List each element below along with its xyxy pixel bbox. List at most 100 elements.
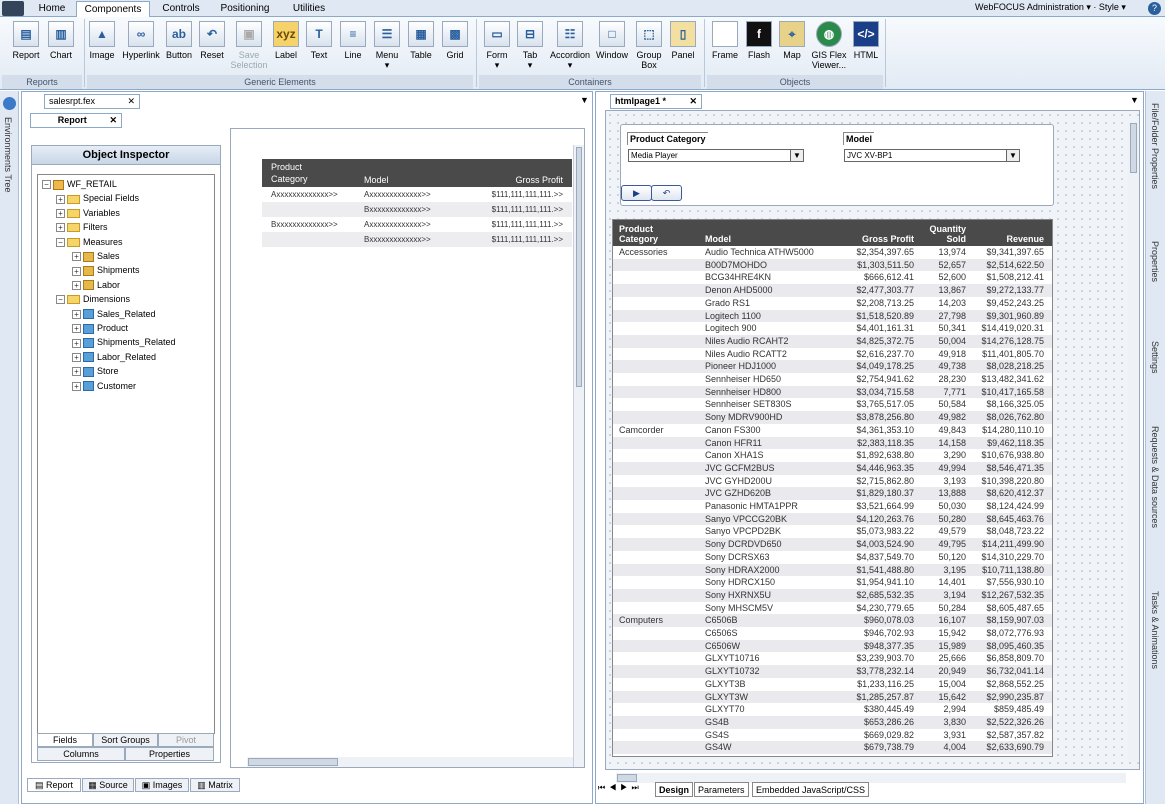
tree-node-customer[interactable]: + Customer bbox=[72, 379, 136, 393]
environments-tree-tab[interactable]: Environments Tree bbox=[3, 117, 13, 193]
next-page-icon[interactable]: ▶ bbox=[620, 783, 631, 792]
tree-node-labor[interactable]: + Labor bbox=[72, 278, 120, 292]
bottom-tab-report[interactable]: ▤ Report bbox=[27, 778, 81, 792]
form-button[interactable]: ▭ Form ▾ bbox=[481, 21, 513, 70]
tab-list-icon[interactable]: ▼ bbox=[580, 95, 589, 105]
prev-page-icon[interactable]: ◀ bbox=[609, 783, 620, 792]
map-button[interactable]: ⌖ Map bbox=[778, 21, 806, 60]
html-button[interactable]: </> HTML bbox=[852, 21, 880, 60]
expand-icon[interactable]: + bbox=[56, 194, 65, 204]
bottom-tab-design[interactable]: Design bbox=[655, 782, 694, 797]
bottom-tab-embedded-js-css[interactable]: Embedded JavaScript/CSS bbox=[752, 782, 870, 797]
report-button[interactable]: ▤ Report bbox=[10, 21, 42, 60]
tree-node-filters[interactable]: + Filters bbox=[56, 220, 108, 234]
model-select[interactable]: JVC XV-BP1 ▼ bbox=[844, 149, 1020, 162]
scrollbar-thumb[interactable] bbox=[617, 774, 637, 782]
tab-columns[interactable]: Columns bbox=[37, 747, 125, 761]
page-nav-arrows[interactable]: ⏮◀▶⏭ bbox=[598, 783, 643, 793]
flash-button[interactable]: f Flash bbox=[744, 21, 774, 60]
expand-icon[interactable]: + bbox=[72, 252, 81, 262]
bottom-tab-images[interactable]: ▣ Images bbox=[135, 778, 189, 792]
filter-form-panel[interactable]: Product Category Media Player ▼ Model JVC… bbox=[620, 124, 1054, 206]
horizontal-scrollbar[interactable] bbox=[247, 757, 573, 767]
tab-sort-groups[interactable]: Sort Groups bbox=[93, 733, 158, 747]
window-button[interactable]: □ Window bbox=[594, 21, 630, 60]
expand-icon[interactable]: + bbox=[72, 352, 81, 362]
collapse-icon[interactable]: − bbox=[56, 295, 65, 305]
expand-icon[interactable]: + bbox=[72, 338, 81, 348]
doc-tab-salesrpt[interactable]: salesrpt.fex ✕ bbox=[44, 94, 140, 109]
expand-icon[interactable]: + bbox=[56, 223, 65, 233]
scrollbar-thumb[interactable] bbox=[576, 147, 582, 387]
close-icon[interactable]: ✕ bbox=[109, 114, 117, 127]
button-button[interactable]: ab Button bbox=[164, 21, 194, 60]
scrollbar-thumb[interactable] bbox=[248, 758, 338, 766]
accordion-button[interactable]: ☷ Accordion ▾ bbox=[548, 21, 592, 70]
tab-fields[interactable]: Fields bbox=[37, 733, 93, 747]
bottom-tab-source[interactable]: ▦ Source bbox=[82, 778, 134, 792]
expand-icon[interactable]: + bbox=[72, 309, 81, 319]
line-button[interactable]: ≡ Line bbox=[339, 21, 367, 60]
tab-home[interactable]: Home bbox=[32, 1, 72, 17]
tree-node-variables[interactable]: + Variables bbox=[56, 206, 120, 220]
bottom-tab-parameters[interactable]: Parameters bbox=[694, 782, 749, 797]
grid-button[interactable]: ▩ Grid bbox=[440, 21, 470, 60]
tab-components[interactable]: Components bbox=[76, 1, 150, 17]
scrollbar-thumb[interactable] bbox=[1130, 123, 1137, 173]
panel-button[interactable]: ▯ Panel bbox=[668, 21, 698, 60]
first-page-icon[interactable]: ⏮ bbox=[598, 783, 609, 792]
vertical-scrollbar[interactable] bbox=[573, 145, 584, 767]
table-button[interactable]: ▦ Table bbox=[406, 21, 436, 60]
sub-tab-report[interactable]: Report ✕ bbox=[30, 113, 122, 128]
requests-data-sources-tab[interactable]: Requests & Data sources bbox=[1150, 426, 1160, 528]
hyperlink-button[interactable]: ∞ Hyperlink bbox=[120, 21, 162, 60]
file-folder-properties-tab[interactable]: File/Folder Properties bbox=[1150, 103, 1160, 189]
tree-node-product[interactable]: + Product bbox=[72, 321, 128, 335]
tab-properties[interactable]: Properties bbox=[125, 747, 214, 761]
reset-form-button[interactable]: ↶ bbox=[651, 185, 682, 201]
expand-icon[interactable]: + bbox=[72, 367, 81, 377]
bottom-tab-matrix[interactable]: ▥ Matrix bbox=[190, 778, 240, 792]
tree-node-store[interactable]: + Store bbox=[72, 364, 119, 378]
tab-list-icon[interactable]: ▼ bbox=[1130, 95, 1139, 105]
help-icon[interactable]: ? bbox=[1148, 2, 1161, 15]
tab-controls[interactable]: Controls bbox=[154, 1, 208, 17]
tree-node-dimensions[interactable]: − Dimensions bbox=[56, 292, 130, 306]
expand-icon[interactable]: + bbox=[72, 324, 81, 334]
close-icon[interactable]: ✕ bbox=[689, 95, 697, 108]
run-button[interactable]: ▶ bbox=[621, 185, 652, 201]
collapse-icon[interactable]: − bbox=[42, 180, 51, 190]
tab-utilities[interactable]: Utilities bbox=[282, 1, 336, 17]
save-selection-button[interactable]: ▣ Save Selection bbox=[229, 21, 269, 70]
frame-button[interactable]: Frame bbox=[709, 21, 741, 60]
doc-tab-htmlpage1[interactable]: htmlpage1 * ✕ bbox=[610, 94, 702, 109]
expand-icon[interactable]: + bbox=[72, 280, 81, 290]
text-button[interactable]: T Text bbox=[305, 21, 333, 60]
tree-node-measures[interactable]: − Measures bbox=[56, 235, 123, 249]
close-icon[interactable]: ✕ bbox=[127, 95, 135, 108]
tree-node-root[interactable]: − WF_RETAIL bbox=[42, 177, 117, 191]
menu-button[interactable]: ☰ Menu ▾ bbox=[371, 21, 403, 70]
environments-icon[interactable] bbox=[3, 97, 16, 110]
expand-icon[interactable]: + bbox=[56, 208, 65, 218]
properties-tab[interactable]: Properties bbox=[1150, 241, 1160, 282]
collapse-icon[interactable]: − bbox=[56, 237, 65, 247]
tab-positioning[interactable]: Positioning bbox=[212, 1, 278, 17]
tree-node-sales[interactable]: + Sales bbox=[72, 249, 120, 263]
settings-tab[interactable]: Settings bbox=[1150, 341, 1160, 374]
expand-icon[interactable]: + bbox=[72, 266, 81, 276]
reset-button[interactable]: ↶ Reset bbox=[198, 21, 226, 60]
tree-node-shipments[interactable]: + Shipments bbox=[72, 263, 140, 277]
group-box-button[interactable]: ⬚ Group Box bbox=[634, 21, 664, 70]
tab-pivot[interactable]: Pivot bbox=[158, 733, 214, 747]
report-table[interactable]: Product Category Model Gross Profit Quan… bbox=[612, 219, 1053, 757]
gis-flex-viewer-button[interactable]: ◍ GIS Flex Viewer... bbox=[809, 21, 849, 70]
tree-node-sales-related[interactable]: + Sales_Related bbox=[72, 307, 156, 321]
tasks-animations-tab[interactable]: Tasks & Animations bbox=[1150, 591, 1160, 669]
tree-node-special-fields[interactable]: + Special Fields bbox=[56, 191, 139, 205]
admin-menu[interactable]: WebFOCUS Administration ▾ · Style ▾ bbox=[975, 2, 1126, 13]
app-menu-icon[interactable] bbox=[2, 1, 24, 16]
tab-button[interactable]: ⊟ Tab ▾ bbox=[516, 21, 544, 70]
last-page-icon[interactable]: ⏭ bbox=[631, 783, 642, 792]
label-button[interactable]: xyz Label bbox=[272, 21, 300, 60]
